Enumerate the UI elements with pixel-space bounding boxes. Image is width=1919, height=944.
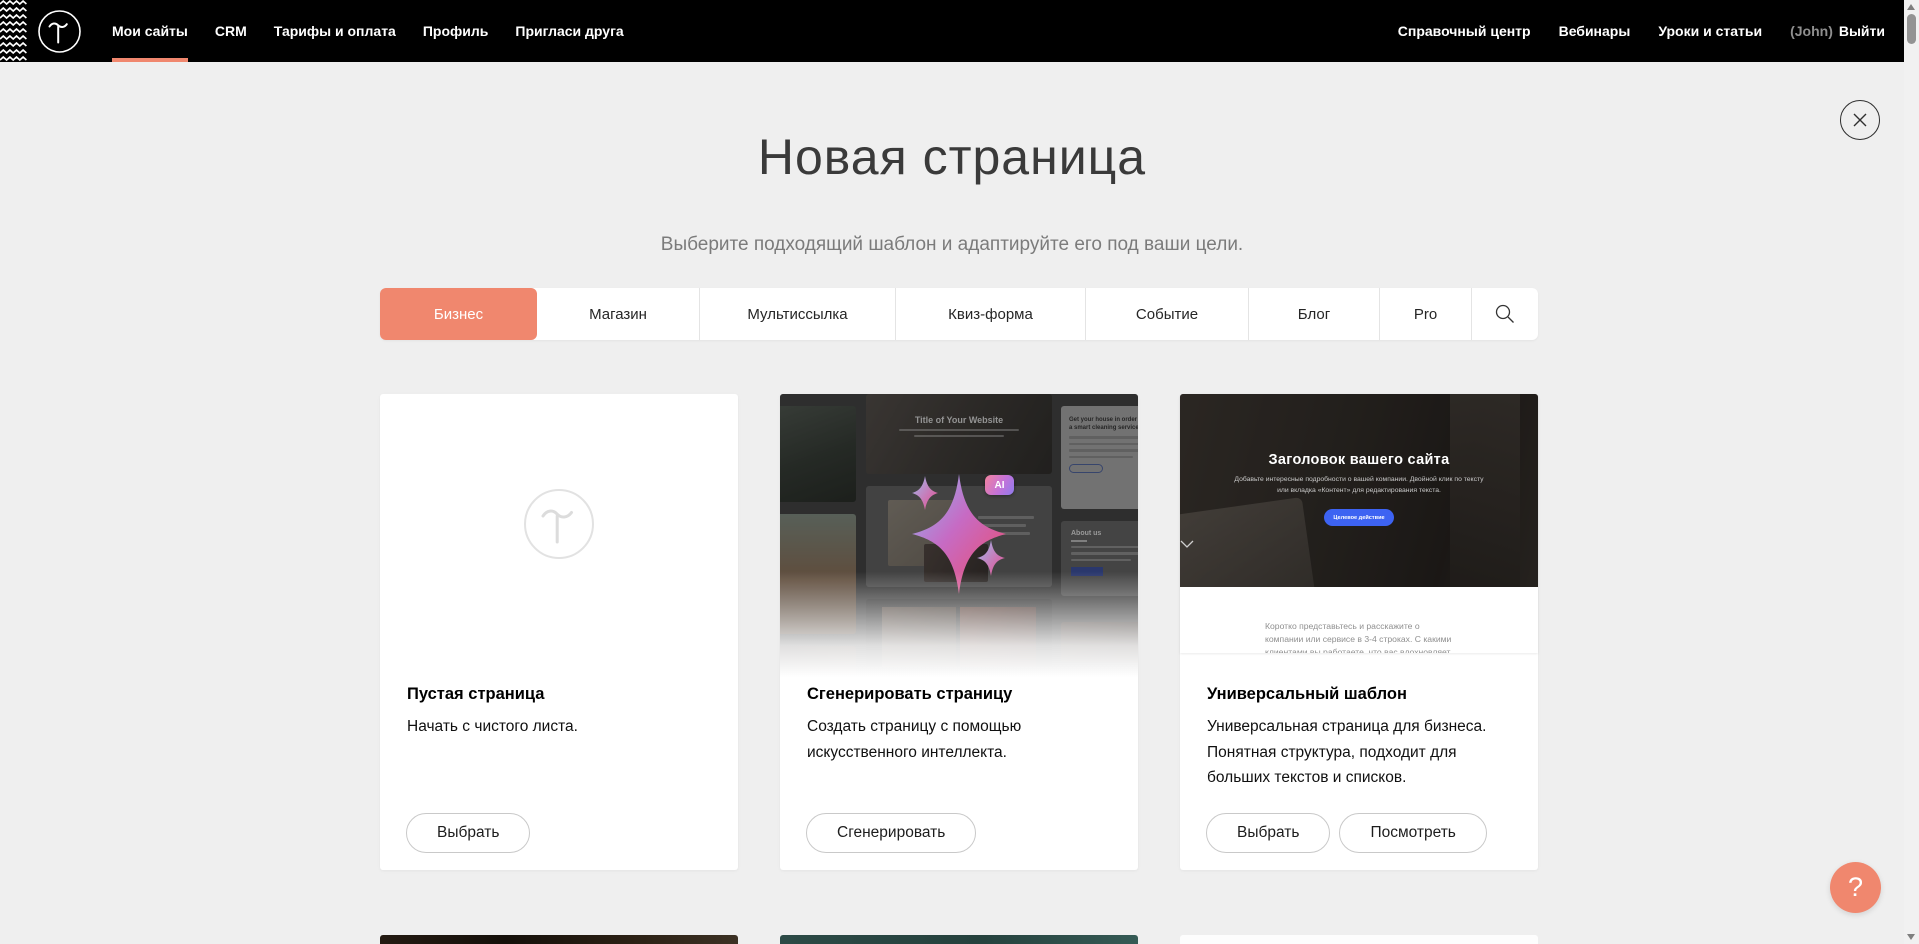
view-button[interactable]: Посмотреть <box>1339 813 1486 853</box>
search-icon <box>1494 303 1516 325</box>
next-card-preview <box>380 935 738 944</box>
template-category-tabs: Бизнес Магазин Мультиссылка Квиз-форма С… <box>380 288 1538 340</box>
select-button[interactable]: Выбрать <box>406 813 530 853</box>
new-page-dialog: Мои сайты CRM Тарифы и оплата Профиль Пр… <box>0 0 1919 944</box>
card-actions: Сгенерировать <box>806 813 976 853</box>
nav-item-lessons[interactable]: Уроки и статьи <box>1658 0 1762 62</box>
tab-quiz-form[interactable]: Квиз-форма <box>896 288 1086 340</box>
tab-shop[interactable]: Магазин <box>537 288 700 340</box>
card-description: Начать с чистого листа. <box>407 714 711 740</box>
user-menu: (John) Выйти <box>1790 0 1885 62</box>
template-hero-subtext: Добавьте интересные подробности о вашей … <box>1234 475 1484 496</box>
select-button[interactable]: Выбрать <box>1206 813 1330 853</box>
scrollbar-down-arrow[interactable] <box>1907 934 1915 940</box>
tab-blog[interactable]: Блог <box>1249 288 1380 340</box>
card-actions: Выбрать Посмотреть <box>1206 813 1487 853</box>
card-description: Создать страницу с помощью искусственног… <box>807 714 1111 765</box>
nav-item-help-center[interactable]: Справочный центр <box>1398 0 1531 62</box>
close-icon <box>1852 112 1868 128</box>
card-ai-generate[interactable]: Title of Your Website Get your house in … <box>780 394 1138 870</box>
logout-link[interactable]: Выйти <box>1839 23 1885 39</box>
tab-search[interactable] <box>1472 288 1538 340</box>
nav-item-profile[interactable]: Профиль <box>423 0 489 62</box>
nav-item-tariffs[interactable]: Тарифы и оплата <box>274 0 396 62</box>
template-body-text: Коротко представьтесь и расскажите о ком… <box>1265 620 1457 653</box>
nav-item-crm[interactable]: CRM <box>215 0 247 62</box>
nav-item-webinars[interactable]: Вебинары <box>1559 0 1631 62</box>
template-cards-row: Пустая страница Начать с чистого листа. … <box>380 394 1538 870</box>
tab-multilink[interactable]: Мультиссылка <box>700 288 896 340</box>
tilda-logo-icon[interactable] <box>37 9 82 54</box>
navbar-left-menu: Мои сайты CRM Тарифы и оплата Профиль Пр… <box>112 0 624 62</box>
tab-pro[interactable]: Pro <box>1380 288 1472 340</box>
page-title: Новая страница <box>0 128 1904 186</box>
card-title: Пустая страница <box>407 685 711 704</box>
zigzag-pattern <box>0 0 27 62</box>
template-cards-row-2 <box>380 935 1538 944</box>
card-actions: Выбрать <box>406 813 530 853</box>
tilda-watermark-icon <box>522 487 596 561</box>
card-blank-page[interactable]: Пустая страница Начать с чистого листа. … <box>380 394 738 870</box>
nav-item-invite-friend[interactable]: Пригласи друга <box>515 0 623 62</box>
template-hero: Заголовок вашего сайта Добавьте интересн… <box>1180 394 1538 587</box>
next-card-preview <box>780 935 1138 944</box>
scrollbar-thumb[interactable] <box>1907 14 1916 44</box>
card-universal-template[interactable]: Заголовок вашего сайта Добавьте интересн… <box>1180 394 1538 870</box>
template-hero-heading: Заголовок вашего сайта <box>1180 452 1538 468</box>
top-navbar: Мои сайты CRM Тарифы и оплата Профиль Пр… <box>0 0 1919 62</box>
vertical-scrollbar[interactable] <box>1904 0 1919 944</box>
tab-business[interactable]: Бизнес <box>380 288 537 340</box>
user-name: (John) <box>1790 23 1833 39</box>
card-title: Сгенерировать страницу <box>807 685 1111 704</box>
generate-button[interactable]: Сгенерировать <box>806 813 976 853</box>
template-cta-button: Целевое действие <box>1324 509 1394 526</box>
help-button[interactable]: ? <box>1830 862 1881 913</box>
template-body-section: Коротко представьтесь и расскажите о ком… <box>1180 587 1538 653</box>
collage-fade-overlay <box>780 394 1138 680</box>
nav-item-my-sites[interactable]: Мои сайты <box>112 0 188 62</box>
card-description: Универсальная страница для бизнеса. Поня… <box>1207 714 1511 791</box>
card-title: Универсальный шаблон <box>1207 685 1511 704</box>
next-card-preview <box>1180 935 1538 944</box>
tab-event[interactable]: Событие <box>1086 288 1249 340</box>
chevron-down-icon <box>1180 540 1194 548</box>
ai-collage-preview: Title of Your Website Get your house in … <box>780 394 1138 680</box>
navbar-right-menu: Справочный центр Вебинары Уроки и статьи… <box>1398 0 1885 62</box>
template-preview-image: Заголовок вашего сайта Добавьте интересн… <box>1180 394 1538 653</box>
scrollbar-up-arrow[interactable] <box>1907 4 1915 10</box>
page-subtitle: Выберите подходящий шаблон и адаптируйте… <box>0 234 1904 256</box>
